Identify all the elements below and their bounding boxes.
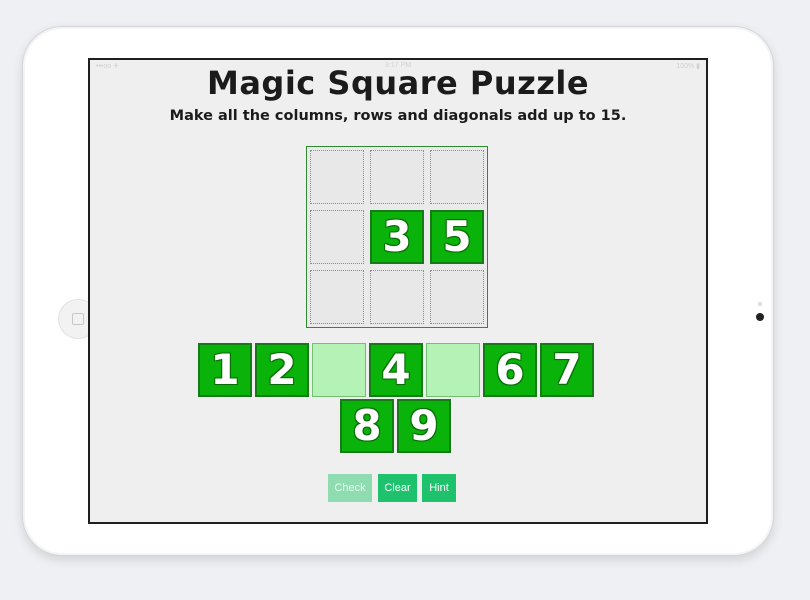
tray-slot-empty[interactable] <box>426 343 480 397</box>
instructions: Make all the columns, rows and diagonals… <box>169 108 627 124</box>
tray-tile[interactable]: 1 <box>198 343 252 397</box>
board-cell[interactable] <box>370 150 424 204</box>
board-tile[interactable]: 3 <box>370 210 424 264</box>
tray-tile[interactable]: 6 <box>483 343 537 397</box>
check-button[interactable]: Check <box>328 474 372 502</box>
board-cell[interactable] <box>310 150 364 204</box>
screen: •••oo ✈ 3:17 PM 100% ▮ Magic Square Puzz… <box>88 58 708 524</box>
tray-tile[interactable]: 7 <box>540 343 594 397</box>
board-cell[interactable] <box>430 150 484 204</box>
tray-slot-empty[interactable] <box>312 343 366 397</box>
tray-tile[interactable]: 8 <box>340 399 394 453</box>
board-cell[interactable] <box>430 270 484 324</box>
board-cell[interactable] <box>310 210 364 264</box>
board-cell[interactable] <box>370 270 424 324</box>
board-cell[interactable] <box>310 270 364 324</box>
clear-button[interactable]: Clear <box>378 474 417 502</box>
magic-square-board: 35 <box>306 146 488 328</box>
tray-tile[interactable]: 9 <box>397 399 451 453</box>
tray-tile[interactable]: 2 <box>255 343 309 397</box>
home-square-icon <box>72 313 84 325</box>
hint-button[interactable]: Hint <box>422 474 456 502</box>
board-tile[interactable]: 5 <box>430 210 484 264</box>
tray-tile[interactable]: 4 <box>369 343 423 397</box>
light-sensor <box>758 302 762 306</box>
camera-icon <box>756 313 764 321</box>
page-title: Magic Square Puzzle <box>206 64 590 102</box>
